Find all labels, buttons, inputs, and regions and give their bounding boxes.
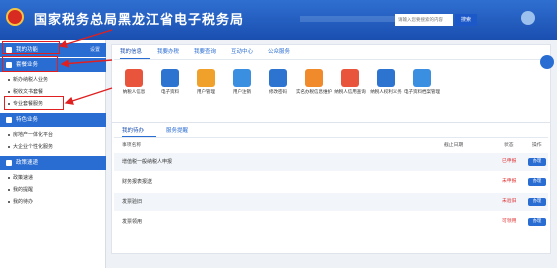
status-text: 未验旧 bbox=[502, 199, 517, 204]
tab-public-service[interactable]: 公众服务 bbox=[268, 47, 290, 55]
site-header: 国家税务总局黑龙江省电子税务局 搜索 bbox=[0, 0, 557, 40]
site-title: 国家税务总局黑龙江省电子税务局 bbox=[34, 13, 245, 28]
tab-my-info[interactable]: 我的信息 bbox=[120, 47, 142, 55]
taxpayer-info-icon bbox=[125, 69, 143, 87]
func-electronic-data[interactable]: 电子资料 bbox=[152, 69, 188, 109]
sidebar-item-real-estate[interactable]: 房地产一体化平台 bbox=[0, 129, 106, 141]
archive-icon bbox=[413, 69, 431, 87]
electronic-data-icon bbox=[161, 69, 179, 87]
tax-emblem-logo bbox=[6, 8, 24, 26]
bullet-icon bbox=[8, 188, 10, 191]
func-user-management[interactable]: 用户管理 bbox=[188, 69, 224, 109]
annotation-box-package bbox=[2, 56, 58, 72]
section-label: 政策速递 bbox=[16, 160, 39, 166]
user-avatar[interactable] bbox=[521, 11, 535, 25]
column-header: 截止日期 bbox=[444, 143, 464, 148]
status-text: 未申报 bbox=[502, 179, 517, 184]
sidebar: 我的功能 设置 套餐业务 新办纳税人业务 税收文书套餐 专业套餐服务 特色业务 … bbox=[0, 40, 106, 268]
search-input[interactable] bbox=[395, 14, 453, 26]
sidebar-item-my-reminders[interactable]: 我的提醒 bbox=[0, 184, 106, 196]
tab-my-todo[interactable]: 我的待办 bbox=[122, 126, 144, 134]
column-header: 操作 bbox=[532, 143, 542, 148]
user-management-icon bbox=[197, 69, 215, 87]
sidebar-section-special[interactable]: 特色业务 bbox=[0, 113, 106, 127]
tab-query[interactable]: 我要查询 bbox=[194, 47, 216, 55]
func-real-name[interactable]: 实名办税信息维护 bbox=[296, 69, 332, 109]
credit-query-icon bbox=[341, 69, 359, 87]
tab-tax-handling[interactable]: 我要办税 bbox=[157, 47, 179, 55]
func-change-password[interactable]: 修改密码 bbox=[260, 69, 296, 109]
handle-button[interactable]: 办理 bbox=[528, 178, 546, 186]
status-text: 可领用 bbox=[502, 219, 517, 224]
tab-service-reminder[interactable]: 服务提醒 bbox=[166, 126, 188, 134]
item-name: 增值税一般纳税人申报 bbox=[122, 159, 173, 165]
search-button[interactable]: 搜索 bbox=[455, 14, 477, 26]
bullet-icon bbox=[8, 133, 10, 136]
sidebar-item-new-taxpayer[interactable]: 新办纳税人业务 bbox=[0, 74, 106, 86]
sidebar-item-large-enterprise[interactable]: 大企业个性化服务 bbox=[0, 141, 106, 153]
item-name: 发票验旧 bbox=[122, 199, 143, 205]
sidebar-section-policy[interactable]: 政策速递 bbox=[0, 156, 106, 170]
screenshot: 国家税务总局黑龙江省电子税务局 搜索 我的功能 设置 套餐业务 新办纳税人业务 … bbox=[0, 0, 557, 268]
func-taxpayer-info[interactable]: 纳税人信息 bbox=[116, 69, 152, 109]
bullet-icon bbox=[8, 145, 10, 148]
handle-button[interactable]: 办理 bbox=[528, 198, 546, 206]
todo-panel: 我的待办 服务提醒 事项名称 截止日期 状态 操作 增值税一般纳税人申报 已申报… bbox=[111, 122, 551, 254]
func-credit-query[interactable]: 纳税人信用查询 bbox=[332, 69, 368, 109]
tab-interaction[interactable]: 互动中心 bbox=[231, 47, 253, 55]
handle-button[interactable]: 办理 bbox=[528, 158, 546, 166]
column-header: 状态 bbox=[504, 143, 514, 148]
column-header: 事项名称 bbox=[122, 143, 142, 148]
func-user-cancel[interactable]: 用户注销 bbox=[224, 69, 260, 109]
sidebar-item-my-todo[interactable]: 我的待办 bbox=[0, 196, 106, 208]
func-archive[interactable]: 电子资料档案管理 bbox=[404, 69, 440, 109]
handle-button[interactable]: 办理 bbox=[528, 218, 546, 226]
real-name-icon bbox=[305, 69, 323, 87]
item-name: 财务报表报送 bbox=[122, 179, 153, 185]
sidebar-item-policy-express[interactable]: 政策速递 bbox=[0, 172, 106, 184]
status-text: 已申报 bbox=[502, 159, 517, 164]
bullet-icon bbox=[8, 90, 10, 93]
bullet-icon bbox=[8, 176, 10, 179]
table-row: 增值税一般纳税人申报 已申报 办理 bbox=[114, 153, 548, 171]
func-rights[interactable]: 纳税人权利义务 bbox=[368, 69, 404, 109]
active-tab-indicator bbox=[120, 58, 150, 59]
annotation-box-pro-package bbox=[4, 96, 64, 110]
tab-divider bbox=[114, 137, 548, 138]
change-password-icon bbox=[269, 69, 287, 87]
item-name: 发票领用 bbox=[122, 219, 143, 225]
table-row: 财务报表报送 未申报 办理 bbox=[114, 173, 548, 191]
star-icon bbox=[6, 117, 12, 123]
main-content: 我的信息 我要办税 我要查询 互动中心 公众服务 纳税人信息 电子资料 用户管理… bbox=[111, 40, 557, 268]
policy-icon bbox=[6, 160, 12, 166]
table-row: 发票领用 可领用 办理 bbox=[114, 213, 548, 231]
active-tab-indicator bbox=[122, 136, 156, 137]
user-cancel-icon bbox=[233, 69, 251, 87]
table-header: 事项名称 截止日期 状态 操作 bbox=[114, 140, 548, 152]
table-row: 发票验旧 未验旧 办理 bbox=[114, 193, 548, 211]
settings-link[interactable]: 设置 bbox=[90, 43, 100, 57]
annotation-box-my-functions bbox=[2, 41, 60, 54]
rights-icon bbox=[377, 69, 395, 87]
tab-divider bbox=[114, 59, 548, 60]
bullet-icon bbox=[8, 200, 10, 203]
bullet-icon bbox=[8, 78, 10, 81]
section-label: 特色业务 bbox=[16, 117, 39, 123]
floating-service-button[interactable] bbox=[540, 55, 554, 69]
